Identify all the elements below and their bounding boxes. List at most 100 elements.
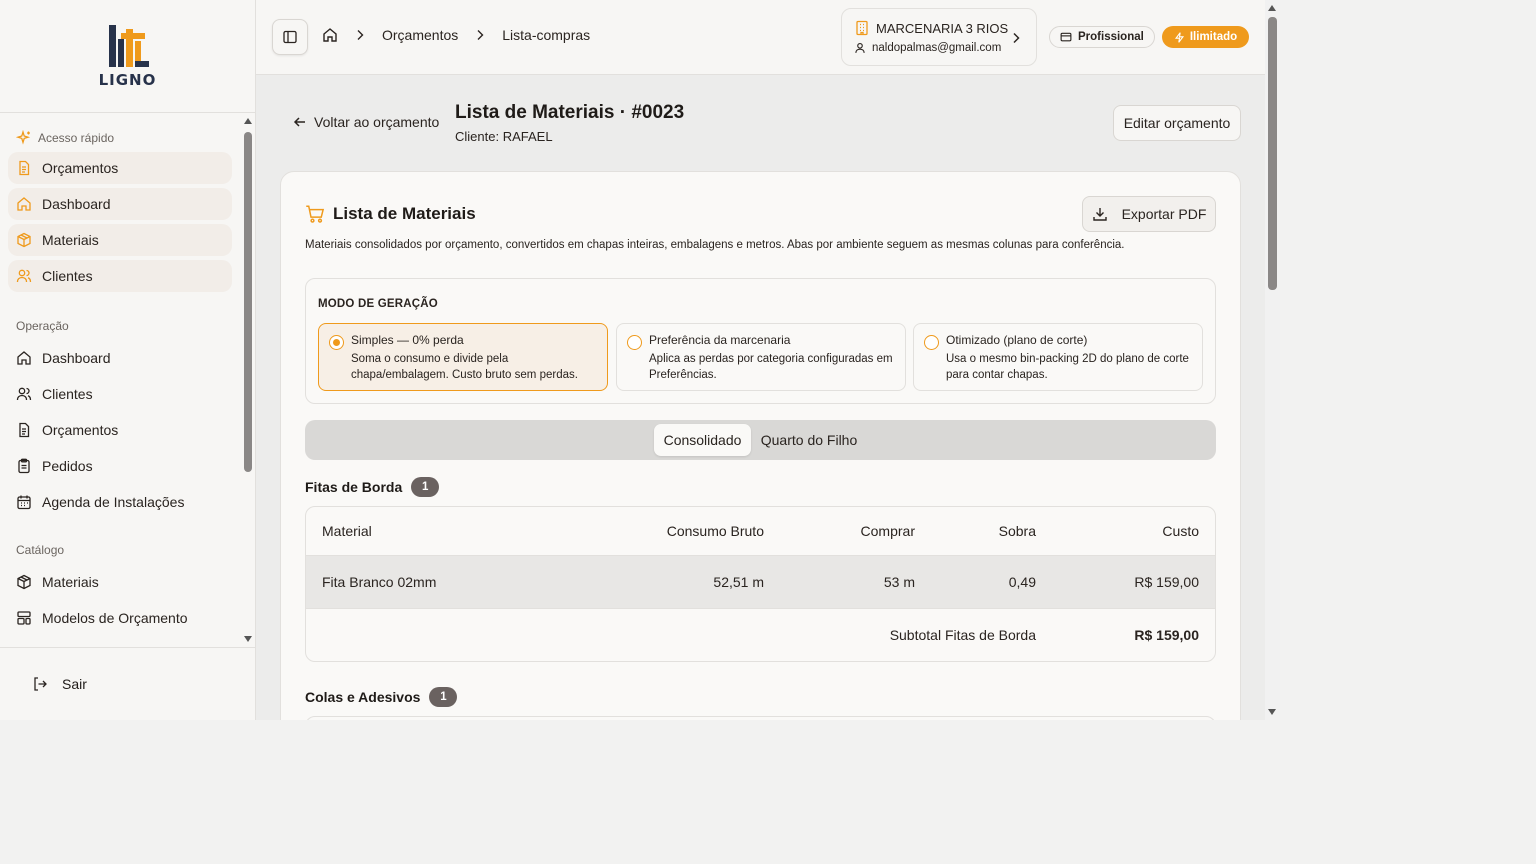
clipboard-icon [16,458,32,474]
sidebar-scrollbar[interactable] [241,114,255,646]
chevron-right-icon [1008,30,1024,46]
quick-item-orcamentos[interactable]: Orçamentos [8,152,232,184]
materials-table: Material Consumo Bruto Comprar Sobra Cus… [305,506,1216,662]
column-header: Material [322,523,372,539]
option-description: Aplica as perdas por categoria configura… [649,353,893,381]
column-header: Comprar [860,523,915,539]
option-description: Soma o consumo e divide pela chapa/embal… [351,353,578,381]
breadcrumb-orcamentos[interactable]: Orçamentos [382,27,458,43]
logo-text: LIGNO [98,71,157,89]
table-header-row: Material Consumo Bruto Comprar Sobra Cus… [306,507,1215,556]
credit-card-icon [1060,31,1072,43]
cell-material: Fita Branco 02mm [322,574,437,590]
file-text-icon [16,422,32,438]
shopping-cart-icon [305,204,325,224]
limit-label: Ilimitado [1189,31,1238,43]
scroll-down-arrow-icon[interactable] [1268,709,1276,715]
export-label: Exportar PDF [1121,206,1207,222]
option-title: Otimizado (plano de corte) [946,333,1088,347]
count-badge: 1 [429,687,458,707]
group-colas-heading: Colas e Adesivos 1 [305,687,458,707]
scroll-up-arrow-icon[interactable] [244,118,252,124]
company-email: naldopalmas@gmail.com [872,42,1002,54]
quick-access-title: Acesso rápido [38,131,115,145]
home-icon[interactable] [322,27,338,43]
sidebar-nav: Acesso rápido Orçamentos Dashboard Mater… [0,114,240,646]
breadcrumb-current: Lista-compras [502,27,591,43]
panel-left-icon [282,29,298,45]
chevron-right-icon [472,27,488,43]
sidebar-item-agenda[interactable]: Agenda de Instalações [0,484,240,520]
plan-badge: Profissional [1049,26,1155,48]
option-title: Preferência da marcenaria [649,333,791,347]
radio-button[interactable] [329,335,344,350]
scroll-up-arrow-icon[interactable] [1268,5,1276,11]
back-label: Voltar ao orçamento [314,114,440,130]
scroll-down-arrow-icon[interactable] [244,636,252,642]
cell-comprar: 53 m [883,574,915,590]
quick-access-heading: Acesso rápido [0,128,240,148]
sidebar-item-modelos[interactable]: Modelos de Orçamento [0,600,240,636]
radio-button[interactable] [924,335,939,350]
generation-mode-box: MODO DE GERAÇÃO Simples — 0% perda Soma … [305,278,1216,404]
file-text-icon [16,160,32,176]
client-name: Cliente: RAFAEL [455,129,553,144]
sidebar-toggle-button[interactable] [272,19,308,55]
quick-item-clientes[interactable]: Clientes [8,260,232,292]
sidebar-item-label: Agenda de Instalações [42,494,185,510]
sidebar: LIGNO Acesso rápido Orçamentos Dashboard… [0,0,256,720]
mode-option-otimizado[interactable]: Otimizado (plano de corte) Usa o mesmo b… [913,323,1203,391]
main-scrollbar[interactable] [1265,0,1280,720]
quick-item-label: Orçamentos [42,160,119,176]
quick-item-dashboard[interactable]: Dashboard [8,188,232,220]
company-name: MARCENARIA 3 RIOS [876,20,1009,36]
colas-table [305,716,1216,720]
chevron-right-icon [352,27,368,43]
sidebar-item-pedidos[interactable]: Pedidos [0,448,240,484]
quick-item-materiais[interactable]: Materiais [8,224,232,256]
app-window: LIGNO Acesso rápido Orçamentos Dashboard… [0,0,1280,720]
group-fitas-heading: Fitas de Borda 1 [305,477,440,497]
subtotal-value: R$ 159,00 [1134,627,1199,643]
logout-button[interactable]: Sair [0,647,255,720]
back-to-budget-link[interactable]: Voltar ao orçamento [292,114,439,130]
zap-icon [1174,31,1185,43]
sidebar-item-label: Dashboard [42,350,111,366]
users-icon [16,268,32,284]
tab-consolidado[interactable]: Consolidado [654,424,751,456]
sidebar-item-dashboard[interactable]: Dashboard [0,340,240,376]
quick-item-label: Dashboard [42,196,111,212]
table-row[interactable]: Fita Branco 02mm 52,51 m 53 m 0,49 R$ 15… [306,556,1215,609]
materials-card: Lista de Materiais Materiais consolidado… [280,171,1241,720]
card-title: Lista de Materiais [333,204,476,223]
download-icon [1092,206,1108,222]
quick-item-label: Clientes [42,268,93,284]
sidebar-item-orcamentos[interactable]: Orçamentos [0,412,240,448]
quick-item-label: Materiais [42,232,99,248]
sidebar-item-label: Clientes [42,386,93,402]
brand-logo[interactable]: LIGNO [0,0,255,113]
cell-consumo: 52,51 m [713,574,764,590]
page-title: Lista de Materiais · #0023 [455,102,685,123]
logo-mark-icon [105,23,151,69]
package-icon [16,574,32,590]
card-description: Materiais consolidados por orçamento, co… [305,239,1125,251]
radio-button[interactable] [627,335,642,350]
column-header: Custo [1162,523,1199,539]
operation-heading: Operação [16,319,69,333]
sidebar-item-clientes[interactable]: Clientes [0,376,240,412]
package-icon [16,232,32,248]
main-scroll-thumb[interactable] [1268,17,1277,290]
sidebar-item-label: Orçamentos [42,422,119,438]
company-switcher[interactable]: MARCENARIA 3 RIOS naldopalmas@gmail.com [841,8,1037,66]
log-out-icon [32,676,48,692]
edit-budget-button[interactable]: Editar orçamento [1113,105,1241,141]
sidebar-item-materiais[interactable]: Materiais [0,564,240,600]
group-title: Colas e Adesivos [305,689,421,705]
sidebar-item-label: Modelos de Orçamento [42,610,188,626]
mode-option-preferencia[interactable]: Preferência da marcenaria Aplica as perd… [616,323,906,391]
sidebar-scroll-thumb[interactable] [244,132,252,472]
tab-quarto-do-filho[interactable]: Quarto do Filho [757,424,861,456]
mode-option-simples[interactable]: Simples — 0% perda Soma o consumo e divi… [318,323,608,391]
export-pdf-button[interactable]: Exportar PDF [1082,196,1216,232]
